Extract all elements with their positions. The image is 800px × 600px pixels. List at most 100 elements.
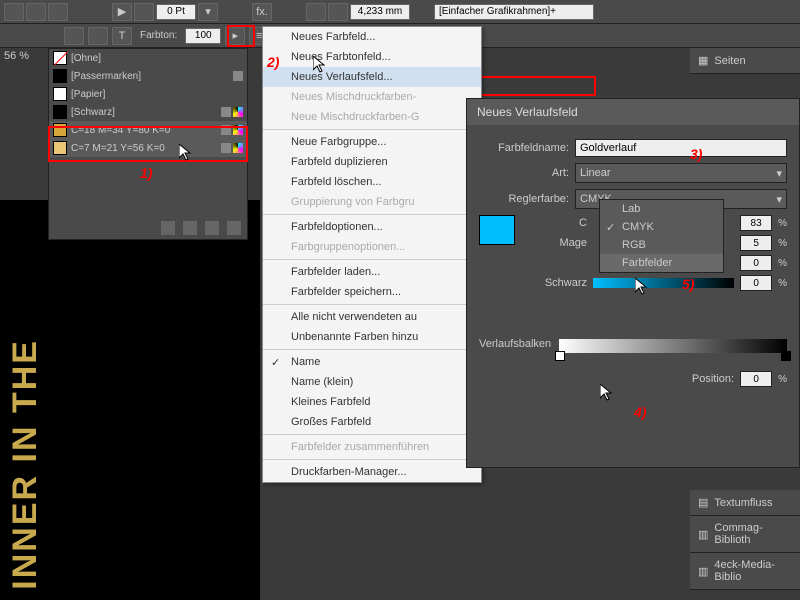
cmyk-icon <box>233 107 243 117</box>
stroke-icon[interactable] <box>88 27 108 45</box>
color-preview <box>479 215 515 245</box>
menu-new-tint[interactable]: Neues Farbtonfeld... <box>263 47 481 67</box>
type-label: Art: <box>479 167 569 179</box>
library-panel-tab[interactable]: ▥ Commag-Biblioth <box>690 516 800 553</box>
swatch-none-icon <box>53 51 67 65</box>
swatch-color-icon <box>53 69 67 83</box>
menu-ink-manager[interactable]: Druckfarben-Manager... <box>263 462 481 482</box>
folder-icon[interactable] <box>161 221 175 235</box>
chevron-down-icon: ▾ <box>776 193 782 206</box>
textwrap-icon: ▤ <box>698 496 708 509</box>
new-swatch-icon[interactable] <box>183 221 197 235</box>
stopcolor-dropdown: Lab ✓CMYK RGB Farbfelder <box>599 199 724 273</box>
trash-icon[interactable] <box>227 221 241 235</box>
menu-large-swatch[interactable]: Großes Farbfeld <box>263 412 481 432</box>
chevron-down-icon: ▾ <box>776 167 782 180</box>
play-icon[interactable]: ▶ <box>112 3 132 21</box>
swatch-color-icon <box>53 123 67 137</box>
library-panel-tab[interactable]: ▥ 4eck-Media-Biblio <box>690 553 800 590</box>
text-icon[interactable]: T <box>112 27 132 45</box>
menu-separator <box>263 304 481 305</box>
dropdown-swatches[interactable]: Farbfelder <box>600 254 723 272</box>
menu-group-options: Farbgruppenoptionen... <box>263 237 481 257</box>
black-input[interactable] <box>740 275 772 291</box>
swatch-color-icon <box>53 87 67 101</box>
menu-new-swatch[interactable]: Neues Farbfeld... <box>263 27 481 47</box>
position-input[interactable] <box>740 371 772 387</box>
fx-icon[interactable]: fx. <box>252 3 272 21</box>
magenta-input[interactable] <box>740 235 772 251</box>
textwrap-panel-tab[interactable]: ▤ Textumfluss <box>690 490 800 516</box>
document-canvas: INNER IN THE <box>0 200 260 600</box>
tool-icon[interactable] <box>134 3 154 21</box>
menu-separator <box>263 349 481 350</box>
gradient-type-select[interactable]: Linear▾ <box>575 163 787 183</box>
gradient-ramp[interactable] <box>559 339 787 353</box>
fill-icon[interactable] <box>64 27 84 45</box>
tool-icon[interactable] <box>26 3 46 21</box>
farbton-input[interactable] <box>185 28 221 44</box>
right-panel-dock: ▦ Seiten <box>690 48 800 74</box>
menu-new-color-group[interactable]: Neue Farbgruppe... <box>263 132 481 152</box>
menu-delete-swatch[interactable]: Farbfeld löschen... <box>263 172 481 192</box>
menu-ungroup: Gruppierung von Farbgru <box>263 192 481 212</box>
menu-swatch-options[interactable]: Farbfeldoptionen... <box>263 217 481 237</box>
menu-add-unnamed[interactable]: Unbenannte Farben hinzu <box>263 327 481 347</box>
frame-style-select[interactable] <box>434 4 594 20</box>
dropdown-arrow-icon[interactable]: ▾ <box>198 3 218 21</box>
yellow-input[interactable] <box>740 255 772 271</box>
swatch-row[interactable]: [Ohne] <box>49 49 247 67</box>
book-icon: ▥ <box>698 565 708 578</box>
cmyk-icon <box>233 125 243 135</box>
swatch-row[interactable]: C=7 M=21 Y=56 K=0 <box>49 139 247 157</box>
gradient-ramp-label: Verlaufsbalken <box>479 338 551 350</box>
menu-separator <box>263 459 481 460</box>
swatch-row[interactable]: [Papier] <box>49 85 247 103</box>
name-label: Farbfeldname: <box>479 142 569 154</box>
farbton-label: Farbton: <box>140 30 177 41</box>
menu-duplicate-swatch[interactable]: Farbfeld duplizieren <box>263 152 481 172</box>
menu-name-view[interactable]: ✓Name <box>263 352 481 372</box>
menu-save-swatches[interactable]: Farbfelder speichern... <box>263 282 481 302</box>
swatches-panel: [Ohne] [Passermarken] [Papier] [Schwarz]… <box>48 48 248 240</box>
tool-icon[interactable] <box>306 3 326 21</box>
stepper-icon[interactable]: ▸ <box>225 27 245 45</box>
swatch-row[interactable]: [Schwarz] <box>49 103 247 121</box>
swatches-footer <box>49 217 247 239</box>
tool-icon[interactable] <box>48 3 68 21</box>
measurement-input[interactable] <box>350 4 410 20</box>
top-toolbar: ▶ ▾ fx. <box>0 0 800 24</box>
menu-separator <box>263 214 481 215</box>
swatch-row[interactable]: C=18 M=34 Y=80 K=0 <box>49 121 247 139</box>
lock-icon <box>221 107 231 117</box>
check-icon: ✓ <box>606 221 615 234</box>
menu-name-small[interactable]: Name (klein) <box>263 372 481 392</box>
tool-icon[interactable] <box>4 3 24 21</box>
new-folder-icon[interactable] <box>205 221 219 235</box>
stopcolor-label: Reglerfarbe: <box>479 193 569 205</box>
swatches-context-menu: Neues Farbfeld... Neues Farbtonfeld... N… <box>262 26 482 483</box>
dialog-title: Neues Verlaufsfeld <box>467 99 799 125</box>
position-label: Position: <box>692 373 734 385</box>
menu-load-swatches[interactable]: Farbfelder laden... <box>263 262 481 282</box>
swatch-row[interactable]: [Passermarken] <box>49 67 247 85</box>
poster-text: INNER IN THE <box>6 339 45 590</box>
new-gradient-dialog: Neues Verlaufsfeld Farbfeldname: Art: Li… <box>466 98 800 468</box>
stroke-weight-input[interactable] <box>156 4 196 20</box>
dropdown-rgb[interactable]: RGB <box>600 236 723 254</box>
cyan-input[interactable] <box>740 215 772 231</box>
tool-icon[interactable] <box>328 3 348 21</box>
black-slider[interactable] <box>593 278 734 288</box>
menu-select-unused[interactable]: Alle nicht verwendeten au <box>263 307 481 327</box>
dropdown-lab[interactable]: Lab <box>600 200 723 218</box>
pages-panel-tab[interactable]: ▦ Seiten <box>690 48 800 74</box>
dropdown-cmyk[interactable]: ✓CMYK <box>600 218 723 236</box>
book-icon: ▥ <box>698 528 708 541</box>
menu-separator <box>263 434 481 435</box>
swatch-name-input[interactable] <box>575 139 787 157</box>
swatch-color-icon <box>53 141 67 155</box>
menu-new-gradient[interactable]: Neues Verlaufsfeld... <box>263 67 481 87</box>
menu-small-swatch[interactable]: Kleines Farbfeld <box>263 392 481 412</box>
gradient-stop[interactable] <box>781 351 791 361</box>
gradient-stop[interactable] <box>555 351 565 361</box>
